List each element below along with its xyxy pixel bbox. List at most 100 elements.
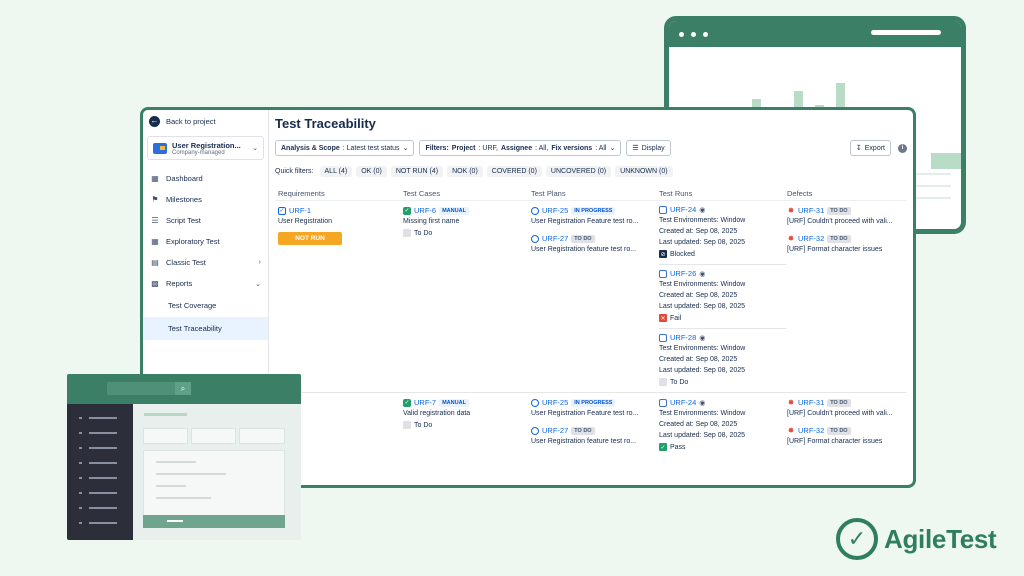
test-case-title: Missing first name [403,218,460,225]
download-icon: ↧ [855,145,862,152]
test-run-created: Created at: Sep 08, 2025 [659,421,738,428]
eye-icon[interactable]: ◉ [699,270,705,278]
defect-title: [URF] Couldn't proceed with vali... [787,218,893,225]
project-name: User Registration... [172,140,241,150]
sidebar-item-test-traceability[interactable]: Test Traceability [143,317,268,340]
sidebar-item-label: Test Coverage [168,301,217,310]
arrow-left-icon: ← [149,115,160,127]
defects-cell: ✸ URF-31 TO DO [URF] Couldn't proceed wi… [787,393,907,453]
test-run-status: Pass [670,443,686,451]
requirement-status-badge: NOT RUN [278,232,342,245]
filters-dropdown[interactable]: Filters: Project : URF, Assignee : All, … [419,140,622,156]
test-run-key-link[interactable]: URF-26 [670,269,696,278]
test-run-updated: Last updated: Sep 08, 2025 [659,239,746,246]
sidebar-item-test-coverage[interactable]: Test Coverage [143,294,268,317]
bug-icon: ✸ [787,426,795,435]
test-run-env: Test Environments: Window [659,281,746,288]
quick-filters: Quick filters: ALL (4) OK (0) NOT RUN (4… [275,164,907,178]
eye-icon[interactable]: ◉ [699,206,705,214]
defect-key-link[interactable]: URF-31 [798,398,824,407]
test-plan-title: User Registration feature test ro... [531,438,637,445]
window-dot-icon [703,31,708,37]
dashboard-icon: ▦ [151,174,159,183]
test-plan-key-link[interactable]: URF-25 [542,398,568,407]
mockup-card [143,428,188,444]
quick-filter-unknown[interactable]: UNKNOWN (0) [615,165,673,177]
test-run-status: Fail [670,314,682,322]
defects-cell: ✸ URF-31 TO DO [URF] Couldn't proceed wi… [787,201,907,392]
sidebar-item-reports[interactable]: ▩ Reports ⌄ [143,273,268,294]
test-plan-icon [531,426,539,435]
export-label: Export [864,144,885,152]
project-selector[interactable]: User Registration... Company-managed ⌄ [147,136,264,160]
test-plan-key-link[interactable]: URF-27 [542,234,568,243]
analysis-scope-dropdown[interactable]: Analysis & Scope : Latest test status ⌄ [275,140,415,156]
test-case-title: Valid registration data [403,410,471,417]
test-case-cell: ✓ URF-7 MANUAL Valid registration data T… [403,393,531,453]
quick-filter-covered[interactable]: COVERED (0) [486,165,542,177]
defect-status-badge: TO DO [827,234,851,243]
quick-filter-nok[interactable]: NOK (0) [447,165,483,177]
sidebar-item-label: Exploratory Test [166,237,220,246]
mockup-card [191,428,236,444]
filter-fix-value: : All [595,144,607,152]
display-button[interactable]: ☰ Display [626,140,671,156]
test-plan-key-link[interactable]: URF-27 [542,426,568,435]
eye-icon[interactable]: ◉ [699,399,705,407]
test-plan-icon [531,398,539,407]
sidebar-item-script-test[interactable]: ☰ Script Test [143,210,268,231]
test-run-status: Blocked [670,250,695,258]
toolbar: Analysis & Scope : Latest test status ⌄ … [275,140,907,156]
test-case-cell: ✓ URF-6 MANUAL Missing first name To Do [403,201,531,392]
sidebar-item-exploratory-test[interactable]: ▦ Exploratory Test [143,231,268,252]
test-case-status: To Do [414,421,433,429]
requirement-key-link[interactable]: URF-1 [289,206,311,215]
defect-status-badge: TO DO [827,426,851,435]
bug-icon: ✸ [787,398,795,407]
test-run-key-link[interactable]: URF-24 [670,398,696,407]
filter-project-label: Project [451,144,476,152]
test-plan-cell: URF-25 IN PROGRESS User Registration Fea… [531,393,659,453]
main-content: Test Traceability Analysis & Scope : Lat… [270,110,913,485]
eye-icon[interactable]: ◉ [699,334,705,342]
info-icon[interactable]: i [898,143,907,153]
defect-status-badge: TO DO [827,206,851,215]
test-run-created: Created at: Sep 08, 2025 [659,292,738,299]
pass-icon: ✓ [659,443,667,451]
window-pill [871,30,941,35]
quick-filter-not-run[interactable]: NOT RUN (4) [390,165,444,177]
list-icon: ☰ [151,216,159,225]
test-run-item: URF-24 ◉ Test Environments: Window Creat… [659,201,787,265]
test-run-key-link[interactable]: URF-24 [670,205,696,214]
test-run-key-link[interactable]: URF-28 [670,333,696,342]
display-label: Display [641,144,665,152]
sidebar-item-classic-test[interactable]: ▤ Classic Test › [143,252,268,273]
defect-key-link[interactable]: URF-32 [798,234,824,243]
column-header-test-cases: Test Cases [403,189,441,198]
column-header-test-runs: Test Runs [659,189,693,198]
traceability-row: ✓ URF-7 MANUAL Valid registration data T… [275,393,907,453]
fail-icon: ✕ [659,314,667,322]
quick-filter-ok[interactable]: OK (0) [356,165,387,177]
quick-filter-uncovered[interactable]: UNCOVERED (0) [545,165,612,177]
check-circle-icon: ✓ [836,518,878,560]
test-run-icon [659,398,667,407]
chevron-down-icon: ⌄ [402,145,409,152]
export-button[interactable]: ↧ Export [849,140,891,156]
test-case-key-link[interactable]: URF-7 [414,398,436,407]
todo-icon [659,378,667,386]
test-run-item: URF-28 ◉ Test Environments: Window Creat… [659,329,787,392]
defect-key-link[interactable]: URF-31 [798,206,824,215]
back-to-project-link[interactable]: ← Back to project [143,110,268,132]
defect-key-link[interactable]: URF-32 [798,426,824,435]
quick-filter-all[interactable]: ALL (4) [319,165,353,177]
defect-status-badge: TO DO [827,398,851,407]
sidebar-item-milestones[interactable]: ⚑ Milestones [143,189,268,210]
test-type-badge: MANUAL [439,206,469,215]
test-plan-key-link[interactable]: URF-25 [542,206,568,215]
sidebar-item-dashboard[interactable]: ▦ Dashboard [143,168,268,189]
test-run-created: Created at: Sep 08, 2025 [659,356,738,363]
plan-status-badge: TO DO [571,426,595,435]
test-case-key-link[interactable]: URF-6 [414,206,436,215]
test-plan-title: User Registration feature test ro... [531,246,637,253]
